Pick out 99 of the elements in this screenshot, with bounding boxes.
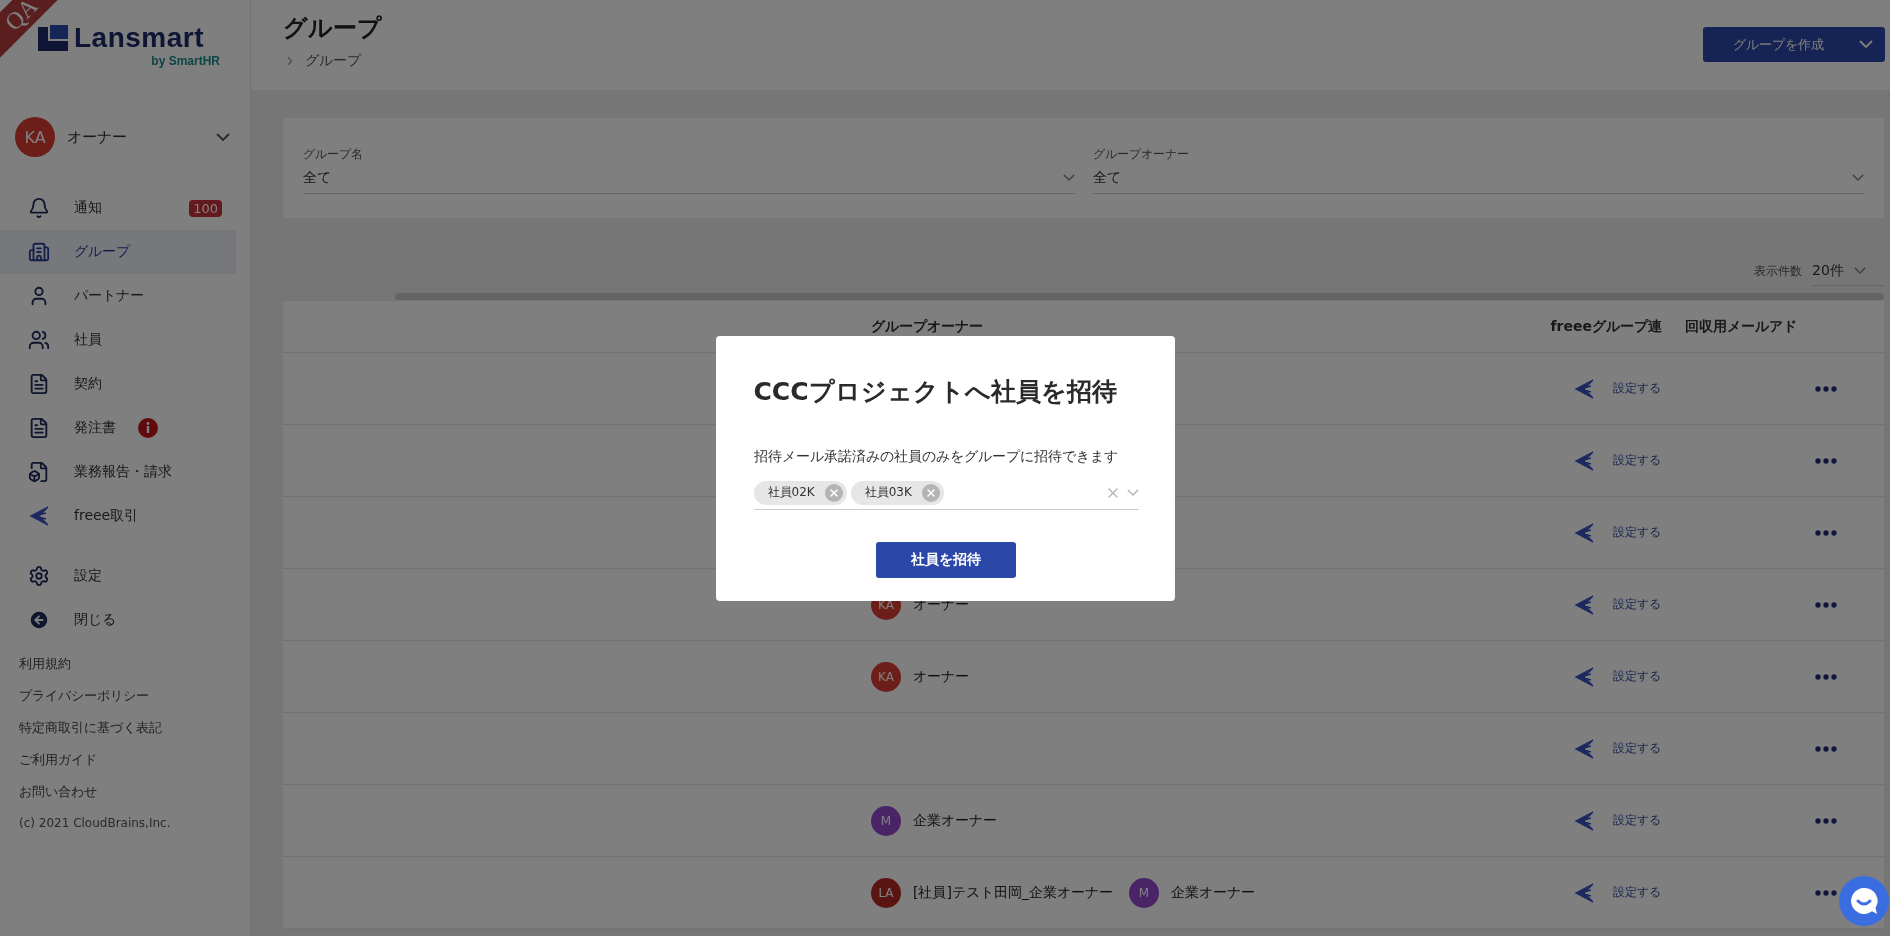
chevron-icon	[1126, 488, 1139, 497]
user-name: オーナー	[67, 127, 128, 147]
filter-label: グループ名	[303, 146, 364, 163]
footer-link[interactable]: ご利用ガイド	[19, 750, 250, 770]
nav-label: 業務報告・請求	[74, 463, 172, 481]
create-group-button[interactable]: グループを作成	[1703, 27, 1885, 62]
nav-item[interactable]: 契約	[0, 362, 236, 406]
dialog-title: CCCプロジェクトへ社員を招待	[753, 375, 1118, 408]
nav-item[interactable]: 通知 100	[0, 186, 236, 230]
more-icon[interactable]	[1815, 529, 1837, 536]
x-icon	[827, 486, 840, 499]
owner-avatar: M	[1128, 877, 1159, 908]
copyright-text: (c) 2021 CloudBrains,Inc.	[19, 816, 172, 830]
setup-link[interactable]: 設定する	[1613, 740, 1661, 757]
bird-icon	[1573, 665, 1595, 688]
owner-avatar: KA	[871, 661, 901, 692]
footer-link[interactable]: 利用規約	[19, 654, 250, 674]
more-icon[interactable]	[1815, 457, 1837, 464]
page-title: グループ	[283, 13, 382, 44]
column-header: freeeグループ連	[1549, 317, 1663, 336]
dialog-description: 招待メール承諾済みの社員のみをグループに招待できます	[753, 446, 1119, 466]
owner-name: 企業オーナー	[913, 811, 997, 830]
logo-icon	[38, 25, 68, 51]
setup-link[interactable]: 設定する	[1613, 380, 1661, 397]
nav-label: グループ	[74, 243, 130, 261]
setup-link[interactable]: 設定する	[1613, 596, 1661, 613]
bird-icon	[28, 505, 50, 527]
chevron-icon	[216, 132, 230, 142]
building-icon	[28, 241, 50, 263]
bird-icon	[1573, 809, 1595, 832]
chevron-icon	[1852, 174, 1864, 182]
owner-name: オーナー	[913, 667, 969, 686]
horizontal-scrollbar[interactable]	[395, 293, 1884, 300]
bird-icon	[1573, 377, 1595, 400]
owner-name: [社員]テスト田岡_企業オーナー	[913, 883, 1113, 902]
setup-link[interactable]: 設定する	[1613, 812, 1661, 829]
settings-icon	[28, 565, 50, 587]
chip-label: 社員02K	[767, 484, 815, 501]
column-header: 回収用メールアド	[1684, 317, 1798, 336]
nav-label: 閉じる	[74, 611, 116, 629]
invite-button[interactable]: 社員を招待	[876, 541, 1016, 578]
more-icon[interactable]	[1815, 385, 1837, 392]
count-badge: 100	[189, 199, 222, 217]
bird-icon	[1573, 881, 1595, 904]
nav-item[interactable]: 設定	[0, 554, 236, 598]
nav-item[interactable]: 発注書	[0, 406, 236, 450]
setup-link[interactable]: 設定する	[1613, 668, 1661, 685]
bird-icon	[1573, 449, 1595, 472]
chevron-icon	[1859, 40, 1873, 49]
bird-icon	[1573, 593, 1595, 616]
footer-link[interactable]: お問い合わせ	[19, 782, 250, 802]
nav-item[interactable]: freee取引	[0, 494, 236, 538]
nav-label: 通知	[74, 199, 102, 217]
user-avatar: KA	[15, 117, 55, 157]
nav-label: パートナー	[74, 287, 144, 305]
chevron-icon	[1062, 174, 1075, 182]
footer-link[interactable]: プライバシーポリシー	[19, 686, 250, 706]
bird-icon	[1573, 737, 1595, 760]
bird-icon	[1573, 521, 1595, 544]
document-icon	[28, 373, 50, 395]
more-icon[interactable]	[1815, 601, 1837, 608]
footer-link[interactable]: 特定商取引に基づく表記	[19, 718, 250, 738]
x-icon	[924, 486, 937, 499]
document-icon	[28, 417, 50, 439]
filter-label: グループオーナー	[1092, 146, 1190, 163]
filter-select[interactable]: 全て	[303, 163, 1075, 194]
logo-byline: by SmartHR	[151, 54, 220, 68]
chevron-icon	[1853, 266, 1866, 275]
nav-item[interactable]: グループ	[0, 230, 236, 274]
column-header: グループオーナー	[871, 317, 984, 336]
more-icon[interactable]	[1815, 673, 1837, 680]
nav-item[interactable]: 社員	[0, 318, 236, 362]
page-size-label: 表示件数	[1754, 262, 1802, 280]
breadcrumb-item[interactable]: グループ	[305, 52, 361, 70]
nav-label: 社員	[74, 331, 102, 349]
more-icon[interactable]	[1815, 745, 1837, 752]
nav-label: 契約	[74, 375, 102, 393]
nav-label: 発注書	[74, 419, 116, 437]
nav-label: freee取引	[74, 507, 139, 525]
setup-link[interactable]: 設定する	[1613, 884, 1661, 901]
nav-item[interactable]: 閉じる	[0, 598, 236, 642]
nav-label: 設定	[74, 567, 102, 585]
more-icon[interactable]	[1815, 889, 1837, 896]
people-icon	[28, 329, 50, 351]
owner-avatar: LA	[871, 877, 901, 908]
logo-name: Lansmart	[74, 22, 205, 54]
nav-item[interactable]: 業務報告・請求	[0, 450, 236, 494]
user-menu[interactable]: KA オーナー	[0, 114, 250, 160]
chip-label: 社員03K	[864, 484, 912, 501]
setup-link[interactable]: 設定する	[1613, 524, 1661, 541]
page-size-select[interactable]: 20件	[1812, 256, 1884, 286]
bell-icon	[28, 197, 50, 219]
owner-avatar: M	[871, 805, 901, 836]
filter-select[interactable]: 全て	[1092, 163, 1864, 194]
chat-icon	[1848, 885, 1880, 917]
nav-item[interactable]: パートナー	[0, 274, 236, 318]
setup-link[interactable]: 設定する	[1613, 452, 1661, 469]
owner-name: 企業オーナー	[1170, 883, 1255, 902]
more-icon[interactable]	[1815, 817, 1837, 824]
